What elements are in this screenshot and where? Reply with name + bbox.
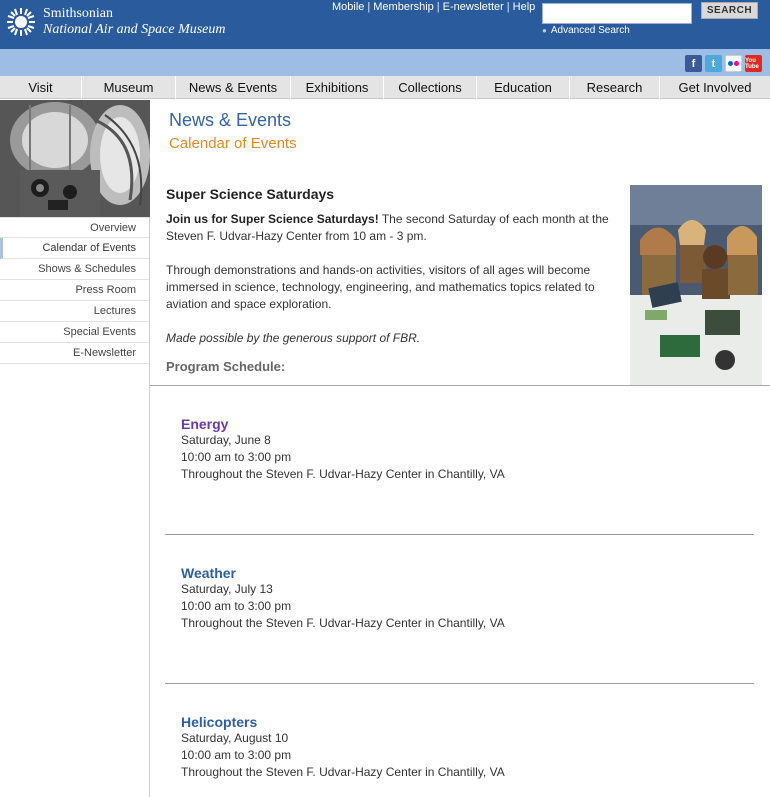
bullet-icon: ● <box>542 26 547 35</box>
sidebar-item-overview[interactable]: Overview <box>0 217 149 238</box>
program-time: 10:00 am to 3:00 pm <box>181 599 292 613</box>
program-date: Saturday, August 10 <box>181 731 289 745</box>
advanced-search-link[interactable]: ● Advanced Search <box>542 25 630 36</box>
program-divider <box>165 683 754 684</box>
event-description: Join us for Super Science Saturdays! The… <box>166 211 621 364</box>
youtube-icon[interactable]: You Tube <box>745 55 762 72</box>
logo-line2: National Air and Space Museum <box>43 22 226 37</box>
intro-bold: Join us for Super Science Saturdays! <box>166 212 379 226</box>
event-heading: Super Science Saturdays <box>166 186 335 202</box>
advanced-search-label: Advanced Search <box>550 25 630 36</box>
nav-museum[interactable]: Museum <box>82 76 176 99</box>
enewsletter-link[interactable]: E-newsletter <box>443 1 504 13</box>
mobile-link[interactable]: Mobile <box>332 1 364 13</box>
nav-visit[interactable]: Visit <box>0 76 82 99</box>
facebook-icon[interactable]: f <box>685 55 702 72</box>
content-divider <box>150 385 770 386</box>
nav-news-events[interactable]: News & Events <box>176 76 291 99</box>
intro-paragraph: Join us for Super Science Saturdays! The… <box>166 211 621 245</box>
sponsor-note: Made possible by the generous support of… <box>166 331 421 345</box>
help-link[interactable]: Help <box>513 1 536 13</box>
nav-research[interactable]: Research <box>570 76 660 99</box>
spacesuit-xray-image <box>0 100 150 217</box>
program-location: Throughout the Steven F. Udvar-Hazy Cent… <box>181 467 505 481</box>
flickr-icon[interactable] <box>725 55 742 72</box>
sidebar: Overview Calendar of Events Shows & Sche… <box>0 100 150 797</box>
program-item: Helicopters Saturday, August 10 10:00 am… <box>181 714 505 781</box>
sidebar-item-lectures[interactable]: Lectures <box>0 301 149 322</box>
section-title: News & Events <box>169 110 292 130</box>
program-divider <box>165 534 754 535</box>
page-subtitle: Calendar of Events <box>169 135 297 152</box>
sidebar-item-calendar-of-events[interactable]: Calendar of Events <box>0 238 149 259</box>
sidebar-item-special-events[interactable]: Special Events <box>0 322 149 343</box>
utility-links: Mobile | Membership | E-newsletter | Help <box>332 1 536 13</box>
sidebar-item-shows-schedules[interactable]: Shows & Schedules <box>0 259 149 280</box>
program-name[interactable]: Helicopters <box>181 714 505 730</box>
program-schedule-label: Program Schedule: <box>166 359 286 374</box>
program-date: Saturday, July 13 <box>181 582 273 596</box>
program-time: 10:00 am to 3:00 pm <box>181 450 292 464</box>
site-header: Smithsonian National Air and Space Museu… <box>0 0 770 49</box>
program-time: 10:00 am to 3:00 pm <box>181 748 292 762</box>
description-paragraph: Through demonstrations and hands-on acti… <box>166 263 595 311</box>
social-bar <box>0 49 770 76</box>
program-date: Saturday, June 8 <box>181 433 271 447</box>
program-name[interactable]: Energy <box>181 416 505 432</box>
sidebar-item-press-room[interactable]: Press Room <box>0 280 149 301</box>
kids-science-photo <box>630 185 762 385</box>
main-nav: Visit Museum News & Events Exhibitions C… <box>0 76 770 99</box>
program-location: Throughout the Steven F. Udvar-Hazy Cent… <box>181 616 505 630</box>
nav-collections[interactable]: Collections <box>384 76 477 99</box>
program-location: Throughout the Steven F. Udvar-Hazy Cent… <box>181 765 505 779</box>
nav-education[interactable]: Education <box>477 76 570 99</box>
membership-link[interactable]: Membership <box>373 1 434 13</box>
logo-line1: Smithsonian <box>43 6 114 21</box>
smithsonian-logo[interactable]: Smithsonian National Air and Space Museu… <box>6 6 226 38</box>
logo-text: Smithsonian National Air and Space Museu… <box>43 6 226 38</box>
program-item: Weather Saturday, July 13 10:00 am to 3:… <box>181 565 505 632</box>
search-input[interactable] <box>542 3 692 24</box>
sunburst-icon <box>7 8 35 36</box>
nav-exhibitions[interactable]: Exhibitions <box>291 76 384 99</box>
program-name[interactable]: Weather <box>181 565 505 581</box>
program-item: Energy Saturday, June 8 10:00 am to 3:00… <box>181 416 505 483</box>
twitter-icon[interactable]: t <box>705 55 722 72</box>
sidebar-nav: Overview Calendar of Events Shows & Sche… <box>0 217 149 364</box>
nav-get-involved[interactable]: Get Involved <box>660 76 770 99</box>
search-button[interactable]: SEARCH <box>701 2 758 19</box>
sidebar-item-e-newsletter[interactable]: E-Newsletter <box>0 343 149 364</box>
